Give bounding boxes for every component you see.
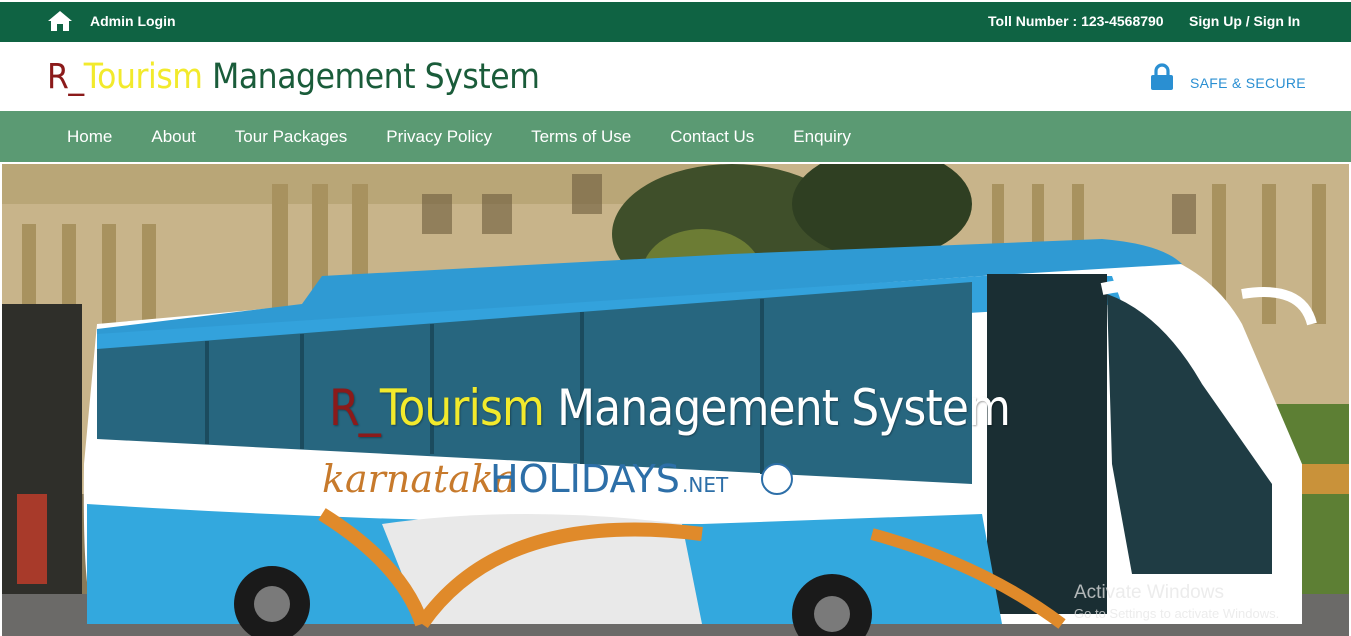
banner-title-tourism: Tourism: [379, 379, 545, 437]
admin-login-link[interactable]: Admin Login: [90, 13, 176, 29]
safe-secure-label: SAFE & SECURE: [1190, 75, 1306, 91]
watermark-line-1: Activate Windows: [1074, 582, 1224, 603]
bus-text-holidays: HOLIDAYS: [490, 457, 680, 501]
banner-title-prefix: R_: [329, 379, 381, 437]
nav-tour-packages[interactable]: Tour Packages: [235, 127, 347, 147]
banner-title: R_Tourism Management System: [329, 378, 1011, 438]
nav-terms-of-use[interactable]: Terms of Use: [531, 127, 631, 147]
nav-contact-us[interactable]: Contact Us: [670, 127, 754, 147]
main-nav: Home About Tour Packages Privacy Policy …: [0, 111, 1351, 162]
activate-windows-watermark: Activate Windows Go to Settings to activ…: [1074, 582, 1279, 621]
toll-number: Toll Number : 123-4568790: [988, 13, 1164, 29]
nav-enquiry[interactable]: Enquiry: [793, 127, 851, 147]
bus-text-karnataka: karnataka: [322, 457, 517, 501]
nav-about[interactable]: About: [151, 127, 195, 147]
brand-management-system: Management System: [202, 57, 540, 97]
watermark-line-2: Go to Settings to activate Windows.: [1074, 606, 1280, 621]
safe-secure-badge: SAFE & SECURE: [1150, 62, 1306, 92]
site-header: R_Tourism Management System SAFE & SECUR…: [0, 42, 1351, 111]
brand-prefix: R_: [47, 57, 84, 97]
banner-title-management-system: Management System: [543, 379, 1011, 437]
brand-tourism: Tourism: [83, 57, 203, 97]
signup-signin-link[interactable]: Sign Up / Sign In: [1189, 13, 1300, 29]
lock-icon: [1151, 63, 1173, 90]
site-logo-title[interactable]: R_Tourism Management System: [47, 56, 540, 98]
nav-privacy-policy[interactable]: Privacy Policy: [386, 127, 492, 147]
nav-home[interactable]: Home: [67, 127, 112, 147]
top-bar: Admin Login Toll Number : 123-4568790 Si…: [0, 0, 1351, 42]
home-icon[interactable]: [47, 10, 73, 32]
bus-text-net: .NET: [682, 473, 729, 497]
hero-banner: karnataka HOLIDAYS .NET R_Tourism Manage…: [2, 164, 1349, 636]
